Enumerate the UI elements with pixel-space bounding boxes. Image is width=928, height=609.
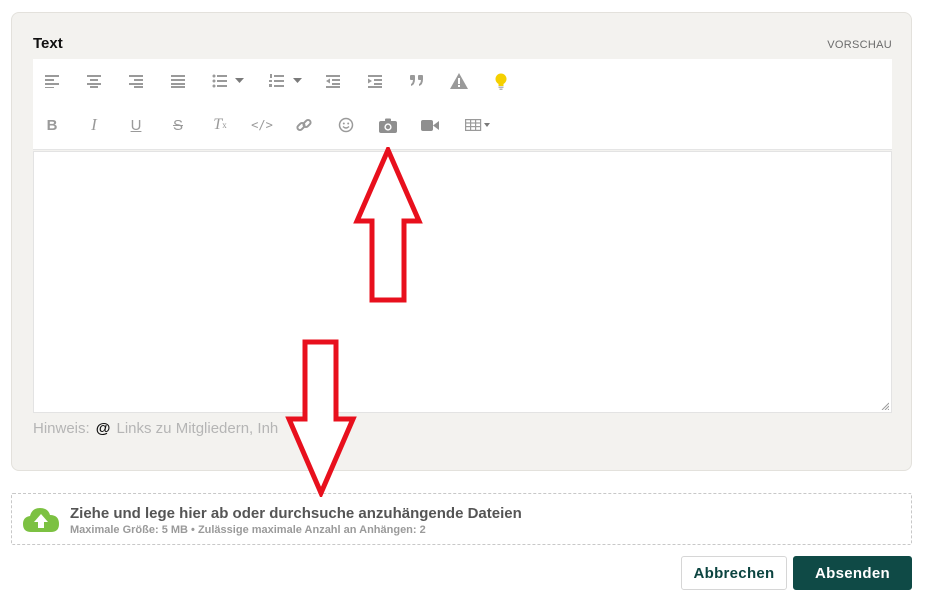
file-upload-dropzone[interactable]: Ziehe und lege hier ab oder durchsuche a…: [11, 493, 912, 545]
italic-icon[interactable]: I: [80, 113, 108, 137]
strikethrough-icon[interactable]: S: [164, 113, 192, 137]
cloud-upload-icon: [23, 508, 59, 532]
align-justify-icon[interactable]: [164, 69, 192, 93]
mention-at-icon: @: [95, 420, 111, 437]
editor-textarea[interactable]: [33, 151, 892, 413]
editor-hint: Hinweis: @ Links zu Mitgliedern, Inh: [33, 420, 278, 437]
code-icon[interactable]: </>: [248, 113, 276, 137]
upload-instruction: Ziehe und lege hier ab oder durchsuche a…: [70, 505, 522, 522]
upload-limits: Maximale Größe: 5 MB • Zulässige maximal…: [70, 524, 426, 536]
toolbar-row-1: [33, 59, 892, 103]
numbered-list-icon[interactable]: [263, 69, 291, 93]
submit-button[interactable]: Absenden: [793, 556, 912, 590]
text-editor-panel: Text VORSCHAU B I U S T x </> Hinweis: @…: [11, 12, 912, 471]
camera-icon[interactable]: [374, 113, 402, 137]
arrow-down-annotation-icon: [285, 339, 357, 497]
resize-handle-icon[interactable]: [881, 402, 889, 410]
table-icon[interactable]: [461, 113, 495, 137]
quote-icon[interactable]: [403, 69, 431, 93]
bullet-list-icon[interactable]: [206, 69, 234, 93]
editor-toolbar: B I U S Tx </>: [33, 59, 892, 150]
field-label: Text: [33, 35, 63, 52]
clear-format-icon[interactable]: Tx: [206, 113, 234, 137]
numbered-list-dropdown-icon[interactable]: [289, 69, 305, 93]
browse-link[interactable]: durchsuche: [269, 505, 354, 522]
upload-suffix: anzuhängende Dateien: [358, 505, 522, 522]
toolbar-row-2: B I U S Tx </>: [33, 103, 892, 147]
align-center-icon[interactable]: [80, 69, 108, 93]
bold-icon[interactable]: B: [38, 113, 66, 137]
hint-label: Hinweis:: [33, 420, 90, 437]
link-icon[interactable]: [290, 113, 318, 137]
hint-text: Links zu Mitgliedern, Inh: [116, 420, 279, 437]
video-icon[interactable]: [416, 113, 444, 137]
bullet-list-dropdown-icon[interactable]: [231, 69, 247, 93]
lightbulb-icon[interactable]: [487, 69, 515, 93]
align-left-icon[interactable]: [38, 69, 66, 93]
arrow-up-annotation-icon: [353, 147, 423, 303]
warning-icon[interactable]: [445, 69, 473, 93]
emoji-icon[interactable]: [332, 113, 360, 137]
preview-link[interactable]: VORSCHAU: [827, 39, 892, 51]
underline-icon[interactable]: U: [122, 113, 150, 137]
outdent-icon[interactable]: [319, 69, 347, 93]
align-right-icon[interactable]: [122, 69, 150, 93]
upload-prefix: Ziehe und lege hier ab oder: [70, 505, 266, 522]
cancel-button[interactable]: Abbrechen: [681, 556, 787, 590]
indent-icon[interactable]: [361, 69, 389, 93]
